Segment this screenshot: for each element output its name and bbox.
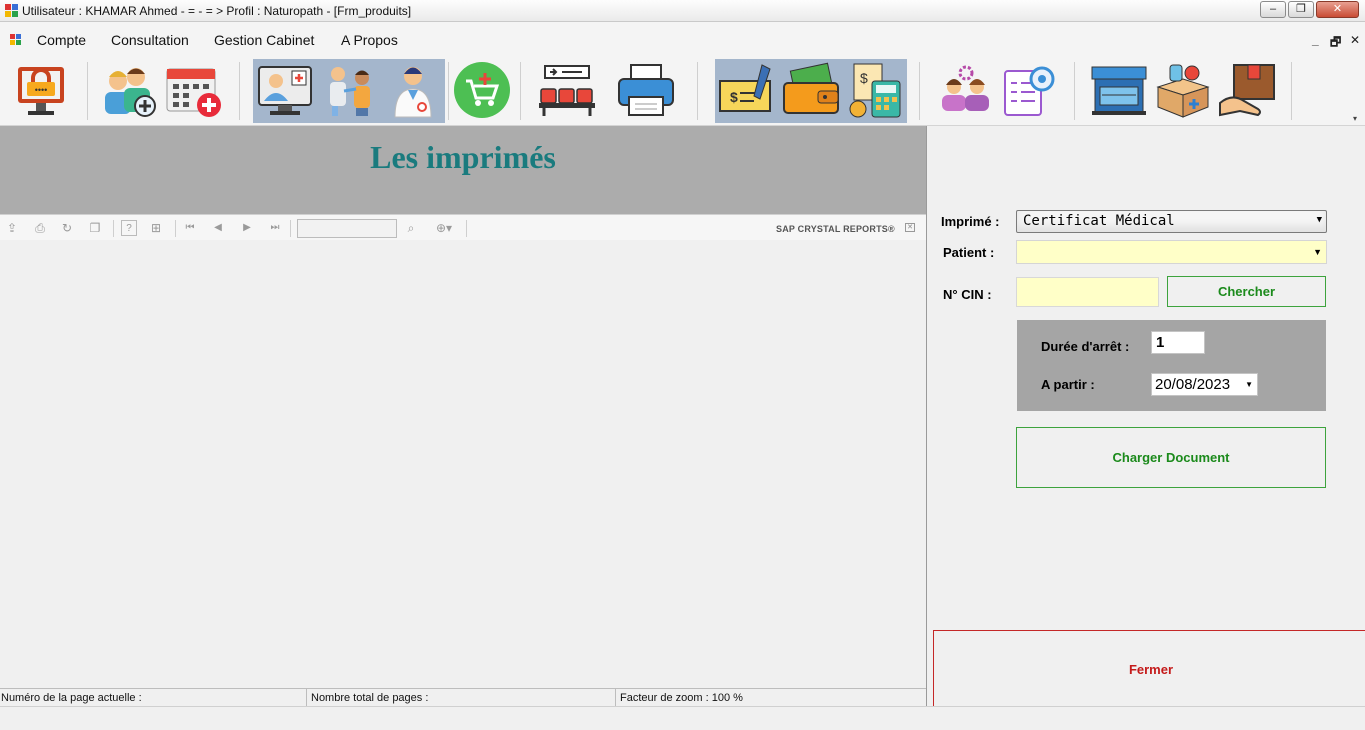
refresh-icon[interactable]: ↻ (59, 220, 75, 236)
pharmacy-store-icon[interactable] (1090, 61, 1148, 119)
cheque-icon[interactable]: $ (718, 61, 776, 119)
mdi-close-button[interactable]: ✕ (1350, 33, 1360, 47)
report-viewer-area[interactable] (0, 240, 926, 688)
toolbar-separator (919, 62, 920, 120)
zoom-status: Facteur de zoom : 100 % (620, 692, 743, 704)
previous-page-icon[interactable]: ◀ (210, 220, 226, 236)
export-icon[interactable]: ⇪ (4, 220, 20, 236)
toolbar-separator (175, 220, 176, 237)
calendar-medical-icon[interactable] (165, 61, 223, 119)
toolbar-separator (466, 220, 467, 237)
report-panel: Les imprimés ⇪ ⎙ ↻ ❐ ? ⊞ ⏮ ◀ ▶ ⏭ ⌕ ⊕▾ SA… (0, 126, 927, 707)
date-picker[interactable]: 20/08/2023 ▼ (1151, 373, 1258, 396)
chevron-down-icon: ▼ (1313, 247, 1322, 257)
zoom-icon[interactable]: ⊕▾ (431, 220, 457, 236)
maximize-button[interactable]: ❐ (1288, 1, 1314, 18)
next-page-icon[interactable]: ▶ (239, 220, 255, 236)
toolbar-separator (290, 220, 291, 237)
toolbar-separator (1074, 62, 1075, 120)
patient-combobox[interactable]: ▼ (1016, 240, 1327, 264)
window-title-bar: Utilisateur : KHAMAR Ahmed - = - = > Pro… (0, 0, 1365, 22)
users-settings-icon[interactable] (937, 61, 995, 119)
arret-panel: Durée d'arrêt : 1 A partir : 20/08/2023 … (1017, 320, 1326, 411)
mdi-restore-button[interactable]: 🗗 (1330, 33, 1341, 54)
window-status-bar (0, 706, 1365, 730)
date-value: 20/08/2023 (1155, 376, 1231, 393)
find-icon[interactable]: ⌕ (403, 220, 419, 236)
copy-icon[interactable]: ❐ (87, 220, 103, 236)
svg-text:••••: •••• (35, 85, 48, 95)
status-divider (615, 689, 616, 707)
chevron-down-icon: ▼ (1245, 380, 1253, 389)
imprime-label: Imprimé : (941, 214, 1000, 229)
duree-arret-input[interactable]: 1 (1151, 331, 1205, 354)
toolbar-separator (87, 62, 88, 120)
window-title: Utilisateur : KHAMAR Ahmed - = - = > Pro… (22, 4, 412, 18)
svg-text:$: $ (730, 89, 738, 105)
help-icon[interactable]: ? (121, 220, 137, 236)
page-number-input[interactable] (297, 219, 397, 238)
toolbar-separator (239, 62, 240, 120)
svg-text:$: $ (860, 70, 868, 86)
waiting-room-icon[interactable] (538, 61, 596, 119)
cin-input[interactable] (1016, 277, 1159, 307)
wallet-icon[interactable] (782, 61, 840, 119)
minimize-button[interactable]: – (1260, 1, 1286, 18)
duree-arret-label: Durée d'arrêt : (1041, 339, 1130, 354)
patient-label: Patient : (943, 245, 995, 260)
imprime-select[interactable]: Certificat Médical ▼ (1016, 210, 1327, 233)
vaccination-icon[interactable] (320, 61, 378, 119)
total-pages-status: Nombre total de pages : (311, 692, 429, 704)
add-patient-icon[interactable] (100, 61, 158, 119)
main-toolbar: •••• $ $ ▾ (0, 58, 1365, 126)
close-button[interactable]: ✕ (1316, 1, 1359, 18)
mdi-minimize-button[interactable]: _ (1312, 33, 1319, 47)
doctor-computer-icon[interactable] (256, 61, 314, 119)
printer-icon[interactable] (617, 61, 675, 119)
last-page-icon[interactable]: ⏭ (267, 220, 283, 236)
menu-gestion-cabinet[interactable]: Gestion Cabinet (214, 32, 314, 48)
a-partir-label: A partir : (1041, 377, 1095, 392)
status-divider (306, 689, 307, 707)
current-page-status: Numéro de la page actuelle : (1, 692, 142, 704)
menu-compte[interactable]: Compte (37, 32, 86, 48)
toolbar-separator (448, 62, 449, 120)
toolbar-separator (1291, 62, 1292, 120)
crystal-reports-toolbar: ⇪ ⎙ ↻ ❐ ? ⊞ ⏮ ◀ ▶ ⏭ ⌕ ⊕▾ SAP CRYSTAL REP… (0, 214, 926, 240)
load-document-button[interactable]: Charger Document (1016, 427, 1326, 488)
search-button[interactable]: Chercher (1167, 276, 1326, 307)
page-title: Les imprimés (370, 139, 556, 175)
doctor-icon[interactable] (384, 61, 442, 119)
first-page-icon[interactable]: ⏮ (182, 220, 198, 236)
toolbar-separator (520, 62, 521, 120)
form-panel: Imprimé : Certificat Médical ▼ Patient :… (928, 126, 1365, 710)
chevron-down-icon: ▼ (1316, 215, 1322, 225)
accounting-calculator-icon[interactable]: $ (846, 61, 904, 119)
close-form-button[interactable]: Fermer (933, 630, 1365, 710)
app-icon (5, 4, 18, 17)
cart-add-icon[interactable] (453, 61, 511, 119)
print-icon[interactable]: ⎙ (32, 220, 48, 236)
toolbar-separator (113, 220, 114, 237)
toolbar-overflow-button[interactable]: ▾ (1353, 114, 1357, 123)
delivery-box-icon[interactable] (1218, 61, 1276, 119)
imprime-selected-value: Certificat Médical (1023, 213, 1175, 229)
group-tree-icon[interactable]: ⊞ (148, 220, 164, 236)
mdi-window-icon[interactable] (10, 34, 22, 46)
sap-crystal-reports-label: SAP CRYSTAL REPORTS® (776, 224, 895, 234)
close-icon[interactable]: ✕ (905, 223, 915, 232)
list-settings-icon[interactable] (1000, 61, 1058, 119)
report-header: Les imprimés (0, 126, 926, 214)
menu-a-propos[interactable]: A Propos (341, 32, 398, 48)
cin-label: N° CIN : (943, 287, 992, 302)
menu-consultation[interactable]: Consultation (111, 32, 189, 48)
report-status-bar: Numéro de la page actuelle : Nombre tota… (0, 688, 926, 707)
medicine-box-icon[interactable] (1154, 61, 1212, 119)
lock-screen-icon[interactable]: •••• (12, 61, 70, 119)
toolbar-separator (697, 62, 698, 120)
menu-bar: Compte Consultation Gestion Cabinet A Pr… (0, 22, 1365, 58)
